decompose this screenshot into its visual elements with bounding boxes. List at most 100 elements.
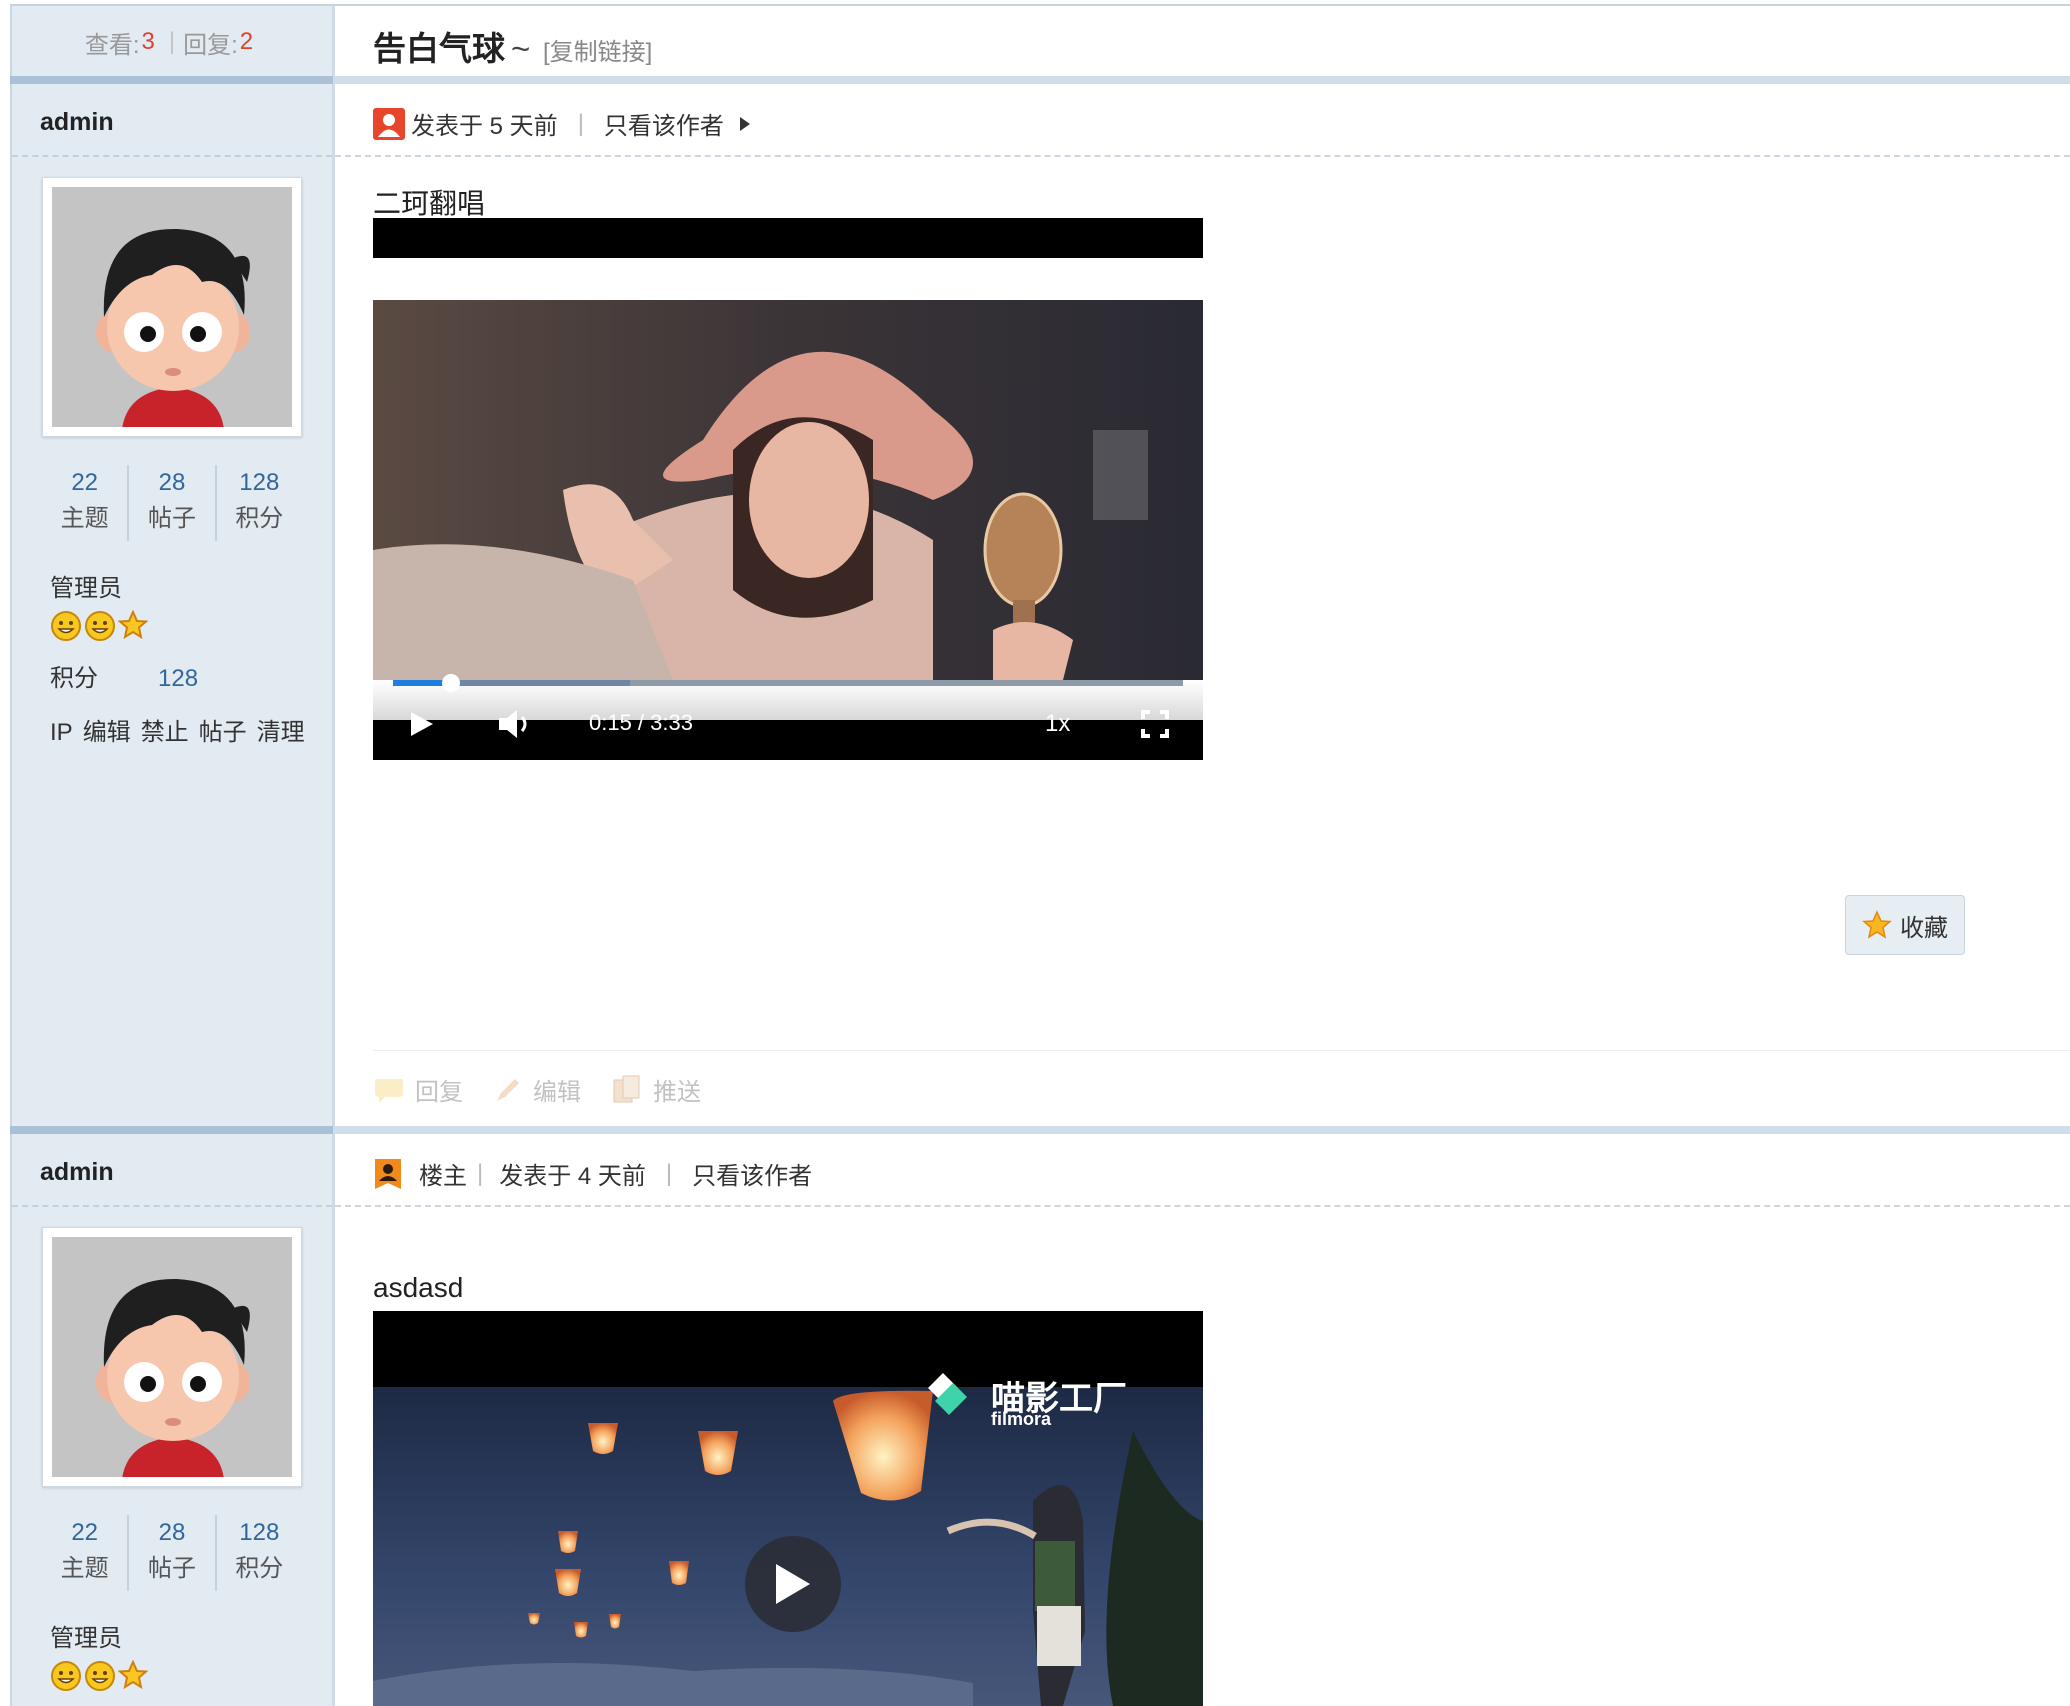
edit-button[interactable]: 编辑 — [493, 1072, 581, 1107]
admin-link-clear[interactable]: 清理 — [257, 719, 305, 746]
user-role: 管理员 — [50, 1625, 122, 1652]
watermark-en: filmora — [991, 1409, 1052, 1429]
meta-separator: | — [477, 1159, 484, 1187]
stat-value: 128 — [239, 1519, 280, 1546]
post-meta: 楼主 | 发表于 4 天前 | 只看该作者 — [373, 1156, 812, 1191]
edit-label: 编辑 — [533, 1079, 581, 1106]
push-label: 推送 — [653, 1079, 701, 1106]
author-name[interactable]: admin — [40, 108, 114, 137]
section-band — [10, 1126, 2070, 1134]
stat-posts[interactable]: 28 帖子 — [127, 465, 214, 541]
reply-label: 回复 — [415, 1079, 463, 1106]
score-value: 128 — [158, 665, 199, 692]
stat-value: 28 — [158, 469, 186, 496]
floor-label: 楼主 — [419, 1163, 467, 1190]
views-count: 3 — [141, 28, 155, 55]
stat-label: 积分 — [235, 505, 284, 532]
avatar-cartoon-icon — [52, 187, 292, 427]
avatar-cartoon-icon — [52, 1237, 292, 1477]
video-frame-singer-icon — [373, 300, 1203, 760]
only-author-link[interactable]: 只看该作者 — [692, 1156, 812, 1191]
pencil-icon — [497, 1078, 519, 1101]
copy-link-button[interactable]: [复制链接] — [543, 32, 652, 67]
stat-posts[interactable]: 28 帖子 — [127, 1515, 214, 1591]
post-meta: 发表于 5 天前 | 只看该作者 — [373, 106, 752, 141]
push-share-icon — [613, 1075, 640, 1102]
playback-speed[interactable]: 1x — [1045, 710, 1070, 738]
stat-label: 帖子 — [147, 1555, 196, 1582]
reply-button[interactable]: 回复 — [373, 1072, 463, 1107]
score-label: 积分 — [50, 665, 98, 692]
embed-top-strip — [373, 218, 1203, 258]
admin-link-ban[interactable]: 禁止 — [141, 719, 189, 746]
smiley-medal-icon — [51, 611, 81, 641]
stats-separator: | — [168, 28, 176, 55]
favorite-label: 收藏 — [1900, 914, 1948, 942]
video-time: 0:15 / 3:33 — [589, 710, 693, 735]
stat-label: 主题 — [60, 1555, 109, 1582]
caret-right-icon[interactable] — [738, 115, 752, 133]
meta-separator: | — [577, 109, 584, 137]
divider — [335, 155, 2070, 157]
stat-value: 22 — [71, 1519, 99, 1546]
divider — [373, 1050, 2070, 1051]
rank-medals — [50, 1660, 148, 1692]
post-body-text: 二珂翻唱 — [373, 188, 486, 219]
star-medal-icon — [118, 610, 148, 640]
stat-label: 帖子 — [147, 505, 196, 532]
post-time: 发表于 4 天前 — [499, 1163, 646, 1190]
views-label: 查看: — [84, 31, 140, 59]
divider — [12, 1205, 332, 1207]
stat-topics[interactable]: 22 主题 — [42, 1515, 127, 1591]
smiley-medal-icon — [51, 1661, 81, 1691]
stat-value: 128 — [239, 469, 280, 496]
stat-topics[interactable]: 22 主题 — [42, 465, 127, 541]
author-name[interactable]: admin — [40, 1158, 114, 1187]
stat-credits[interactable]: 128 积分 — [214, 465, 302, 541]
divider — [335, 1205, 2070, 1207]
thread-title: 告白气球 ~ — [373, 22, 530, 70]
admin-link-ip[interactable]: IP — [50, 719, 73, 746]
stat-value: 28 — [158, 1519, 186, 1546]
fullscreen-icon[interactable] — [1141, 710, 1169, 738]
thread-stats: 查看: 3 | 回复: 2 — [12, 8, 332, 76]
smiley-medal-icon — [85, 1661, 115, 1691]
admin-links: IP 编辑 禁止 帖子 清理 — [50, 712, 315, 747]
author-stats: 22 主题 28 帖子 128 积分 — [42, 465, 302, 541]
thread-title-text: 告白气球 — [373, 30, 505, 67]
speech-bubble-icon — [375, 1078, 403, 1103]
stat-credits[interactable]: 128 积分 — [214, 1515, 302, 1591]
video-player[interactable]: 喵影工厂 filmora — [373, 1311, 1203, 1706]
thread-title-tilde: ~ — [511, 30, 531, 67]
push-button[interactable]: 推送 — [611, 1072, 701, 1107]
favorite-button[interactable]: 收藏 — [1845, 895, 1965, 955]
floor-badge-icon — [375, 1158, 401, 1189]
star-icon — [1862, 910, 1892, 939]
play-icon[interactable] — [409, 710, 435, 738]
score-row: 积分 128 — [50, 658, 198, 693]
post-time: 发表于 5 天前 — [411, 113, 558, 140]
user-role: 管理员 — [50, 575, 122, 602]
star-medal-icon — [118, 1660, 148, 1690]
volume-icon[interactable] — [497, 708, 533, 740]
admin-link-edit[interactable]: 编辑 — [83, 719, 131, 746]
only-author-link[interactable]: 只看该作者 — [604, 106, 724, 141]
video-player[interactable]: 0:15 / 3:33 1x — [373, 300, 1203, 760]
avatar[interactable] — [42, 1227, 302, 1487]
replies-label: 回复: — [183, 31, 238, 59]
stat-label: 积分 — [235, 1555, 284, 1582]
meta-separator: | — [665, 1159, 673, 1187]
divider — [12, 155, 332, 157]
stat-value: 22 — [71, 469, 99, 496]
section-band — [10, 76, 2070, 84]
rank-medals — [50, 610, 148, 642]
admin-link-posts[interactable]: 帖子 — [199, 719, 247, 746]
post-body-text: asdasd — [373, 1272, 464, 1303]
avatar[interactable] — [42, 177, 302, 437]
user-profile-icon[interactable] — [373, 107, 405, 140]
replies-count: 2 — [239, 28, 254, 55]
post-actions: 回复 编辑 推送 — [373, 1072, 723, 1107]
author-stats: 22 主题 28 帖子 128 积分 — [42, 1515, 302, 1591]
smiley-medal-icon — [85, 611, 115, 641]
stat-label: 主题 — [60, 505, 109, 532]
